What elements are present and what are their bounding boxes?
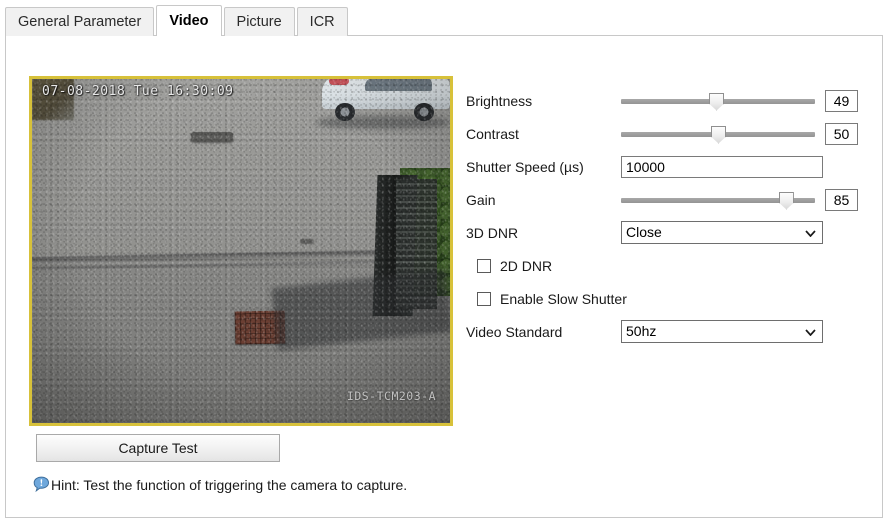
tab-general-parameter[interactable]: General Parameter: [5, 7, 155, 36]
osd-timestamp: 07-08-2018 Tue 16:30:09: [42, 84, 234, 99]
row-video-standard: Video Standard 50hz: [466, 315, 866, 348]
contrast-value[interactable]: 50: [825, 122, 858, 145]
row-shutter-speed: Shutter Speed (µs): [466, 150, 866, 183]
brightness-label: Brightness: [466, 92, 533, 109]
row-2d-dnr: 2D DNR: [466, 249, 866, 282]
video-preview[interactable]: 07-08-2018 Tue 16:30:09 IDS-TCM203-A: [29, 76, 453, 426]
contrast-slider-thumb[interactable]: [711, 125, 726, 144]
slow-shutter-label: Enable Slow Shutter: [500, 290, 627, 307]
camera-scene: [32, 79, 450, 423]
hint-row: Hint: Test the function of triggering th…: [33, 476, 407, 493]
slow-shutter-checkbox[interactable]: [477, 291, 491, 306]
settings-form: Brightness 49 Contrast 50 Shutter Speed …: [466, 84, 866, 348]
brightness-slider-thumb[interactable]: [709, 92, 725, 111]
row-gain: Gain 85: [466, 183, 866, 216]
row-contrast: Contrast 50: [466, 117, 866, 150]
2d-dnr-checkbox[interactable]: [477, 258, 491, 273]
video-settings-panel: 07-08-2018 Tue 16:30:09 IDS-TCM203-A Cap…: [5, 35, 883, 518]
video-standard-select[interactable]: 50hz: [621, 320, 823, 343]
video-standard-label: Video Standard: [466, 323, 563, 340]
3d-dnr-select-value[interactable]: Close: [621, 221, 823, 244]
lens-vignette: [32, 79, 450, 423]
speech-bubble-info-icon: [33, 476, 50, 493]
hint-text: Hint: Test the function of triggering th…: [51, 476, 408, 493]
tab-bar: General Parameter Video Picture ICR: [0, 0, 888, 36]
video-standard-select-value[interactable]: 50hz: [621, 320, 823, 343]
gain-slider-thumb[interactable]: [778, 191, 794, 210]
gain-value[interactable]: 85: [825, 188, 858, 211]
row-3d-dnr: 3D DNR Close: [466, 216, 866, 249]
row-brightness: Brightness 49: [466, 84, 866, 117]
tab-picture[interactable]: Picture: [223, 7, 295, 36]
2d-dnr-label: 2D DNR: [500, 257, 553, 274]
tab-video[interactable]: Video: [156, 5, 222, 36]
capture-test-button[interactable]: Capture Test: [36, 434, 280, 462]
contrast-label: Contrast: [466, 125, 519, 142]
3d-dnr-select[interactable]: Close: [621, 221, 823, 244]
shutter-speed-label: Shutter Speed (µs): [466, 158, 584, 175]
shutter-speed-input[interactable]: [621, 155, 823, 178]
row-slow-shutter: Enable Slow Shutter: [466, 282, 866, 315]
tab-icr[interactable]: ICR: [296, 7, 348, 36]
osd-camera-model: IDS-TCM203-A: [346, 389, 436, 403]
brightness-value[interactable]: 49: [825, 89, 858, 112]
3d-dnr-label: 3D DNR: [466, 224, 519, 241]
brightness-slider[interactable]: [621, 92, 815, 111]
contrast-slider[interactable]: [621, 125, 815, 144]
gain-slider[interactable]: [621, 191, 815, 210]
gain-label: Gain: [466, 191, 496, 208]
